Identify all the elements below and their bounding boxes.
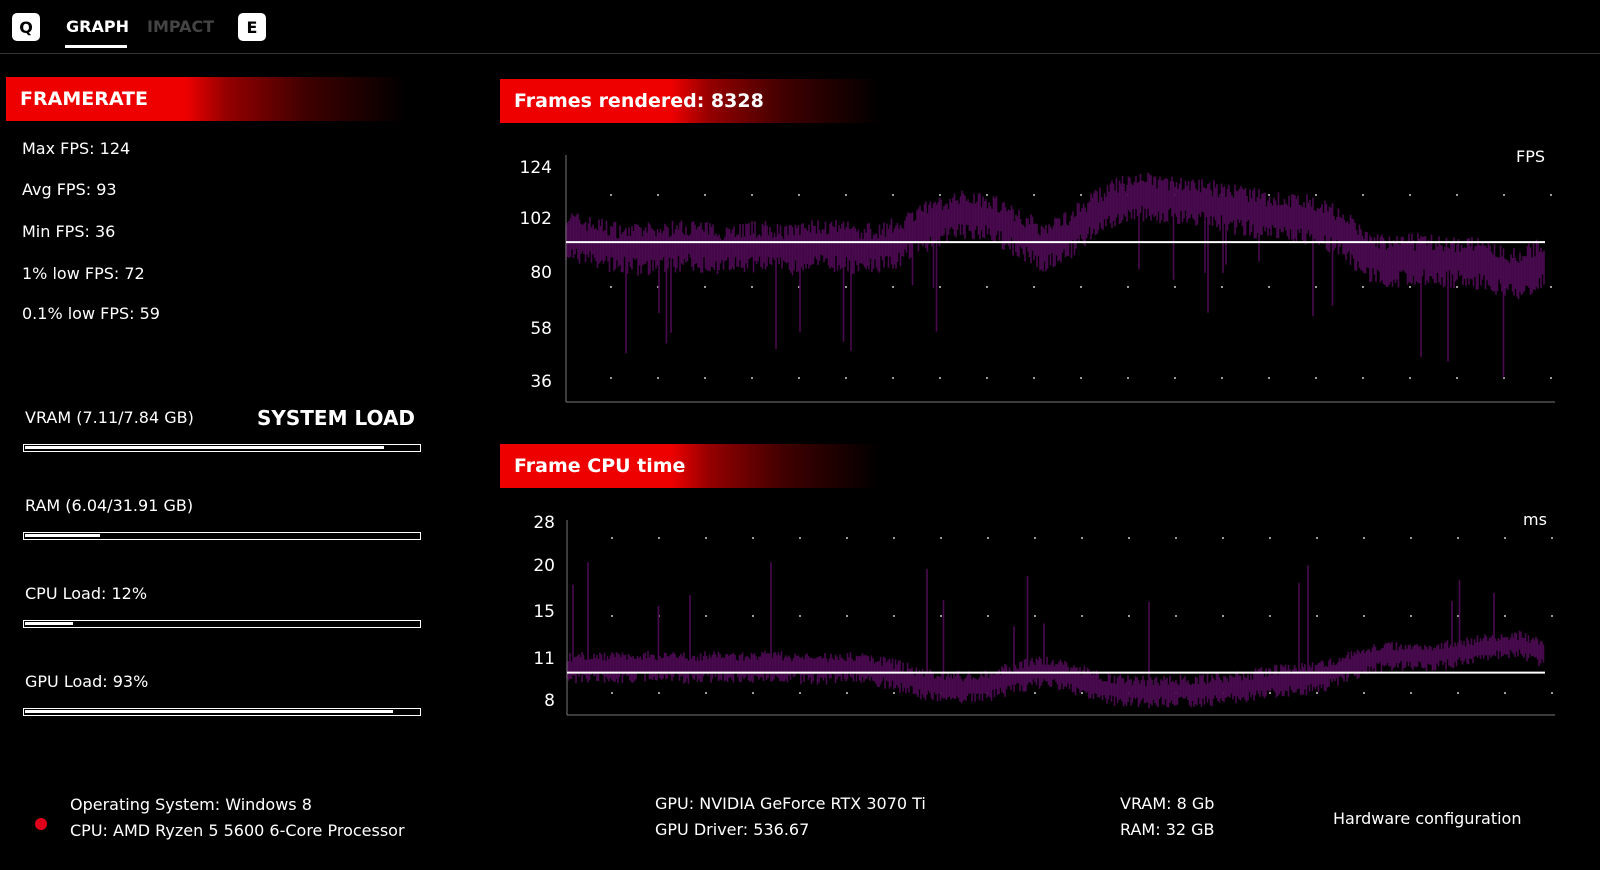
grid-dot <box>1504 615 1506 617</box>
y-tick-label: 28 <box>533 513 555 533</box>
grid-dot <box>1316 615 1318 617</box>
grid-dot <box>1175 537 1177 539</box>
grid-dot <box>1551 537 1553 539</box>
grid-dot <box>893 537 895 539</box>
grid-dot <box>705 537 707 539</box>
grid-dot <box>1081 615 1083 617</box>
y-tick-label: 20 <box>533 556 555 576</box>
grid-dot <box>1551 692 1553 694</box>
os-info: Operating System: Windows 8 <box>70 795 312 814</box>
grid-dot <box>1363 537 1365 539</box>
grid-dot <box>1410 692 1412 694</box>
cpu-time-chart <box>566 520 1555 716</box>
ram-info: RAM: 32 GB <box>1120 820 1215 839</box>
cpu-info: CPU: AMD Ryzen 5 5600 6-Core Processor <box>70 821 405 840</box>
grid-dot <box>1316 692 1318 694</box>
grid-dot <box>752 692 754 694</box>
y-tick-label: 8 <box>544 691 555 711</box>
grid-dot <box>1128 615 1130 617</box>
y-tick-label: 11 <box>533 649 555 669</box>
grid-dot <box>1175 615 1177 617</box>
grid-dot <box>940 615 942 617</box>
grid-dot <box>658 537 660 539</box>
grid-dot <box>1034 615 1036 617</box>
grid-dot <box>658 692 660 694</box>
grid-dot <box>893 692 895 694</box>
y-tick-label: 15 <box>533 602 555 622</box>
grid-dot <box>799 537 801 539</box>
grid-dot <box>1128 537 1130 539</box>
grid-dot <box>1034 692 1036 694</box>
status-dot-icon <box>35 818 47 830</box>
grid-dot <box>1504 692 1506 694</box>
grid-dot <box>752 537 754 539</box>
grid-dot <box>799 692 801 694</box>
grid-dot <box>846 537 848 539</box>
grid-dot <box>987 615 989 617</box>
grid-dot <box>987 537 989 539</box>
grid-dot <box>1222 537 1224 539</box>
grid-dot <box>1363 692 1365 694</box>
grid-dot <box>1410 537 1412 539</box>
grid-dot <box>1363 615 1365 617</box>
grid-dot <box>1457 692 1459 694</box>
gpu-info: GPU: NVIDIA GeForce RTX 3070 Ti <box>655 794 926 813</box>
grid-dot <box>752 615 754 617</box>
grid-dot <box>1081 537 1083 539</box>
grid-dot <box>1269 615 1271 617</box>
grid-dot <box>1222 615 1224 617</box>
grid-dot <box>846 615 848 617</box>
grid-dot <box>846 692 848 694</box>
hardware-configuration-button[interactable]: Hardware configuration <box>1333 806 1521 832</box>
grid-dot <box>1316 537 1318 539</box>
grid-dot <box>611 537 613 539</box>
grid-dot <box>705 692 707 694</box>
grid-dot <box>1504 537 1506 539</box>
grid-dot <box>1551 615 1553 617</box>
grid-dot <box>1034 537 1036 539</box>
grid-dot <box>1410 615 1412 617</box>
grid-dot <box>940 537 942 539</box>
grid-dot <box>799 615 801 617</box>
grid-dot <box>1457 537 1459 539</box>
grid-dot <box>1081 692 1083 694</box>
grid-dot <box>893 615 895 617</box>
grid-dot <box>705 615 707 617</box>
grid-dot <box>611 692 613 694</box>
grid-dot <box>611 615 613 617</box>
vram-info: VRAM: 8 Gb <box>1120 794 1215 813</box>
grid-dot <box>1269 537 1271 539</box>
gpu-driver-info: GPU Driver: 536.67 <box>655 820 810 839</box>
grid-dot <box>1269 692 1271 694</box>
